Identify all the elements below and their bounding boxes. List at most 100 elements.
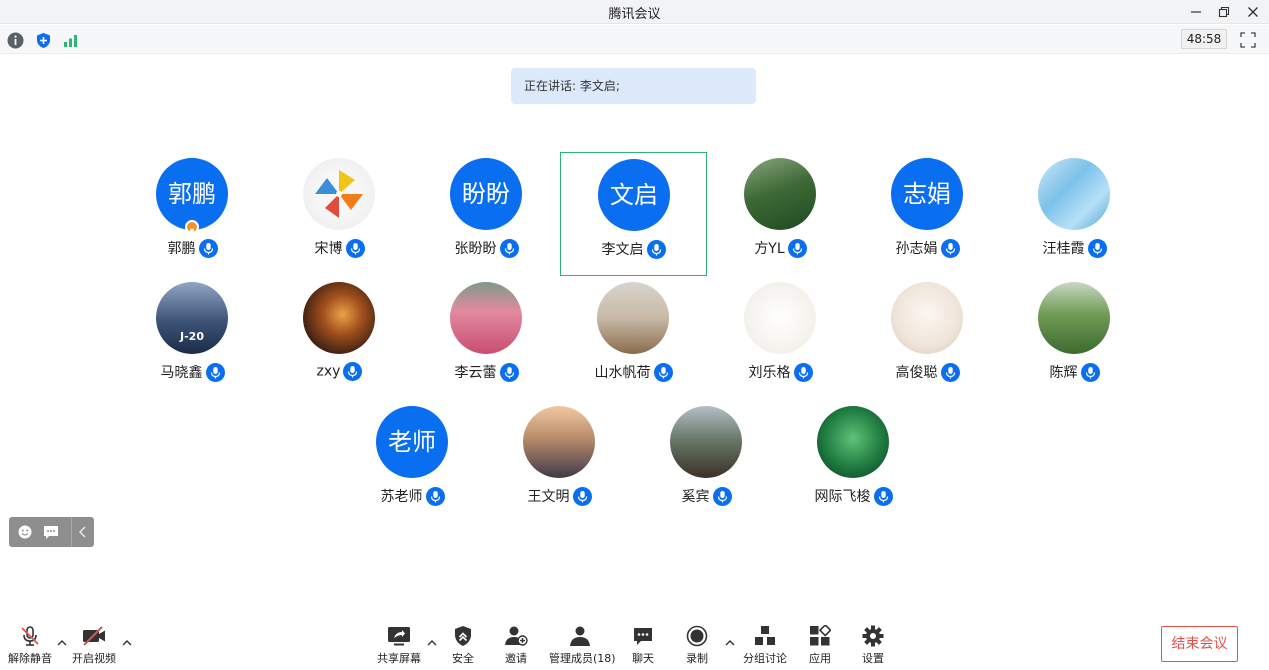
participant-name: 汪桂霞 bbox=[1042, 241, 1085, 257]
mic-icon bbox=[499, 238, 519, 258]
participant-name: 陈辉 bbox=[1049, 365, 1078, 381]
participant-name-row: 王文明 bbox=[486, 486, 633, 506]
restore-button[interactable] bbox=[1213, 2, 1235, 22]
invite-label: 邀请 bbox=[505, 652, 527, 665]
shield-icon[interactable] bbox=[35, 32, 52, 49]
participant-tile[interactable]: J-20 马晓鑫 bbox=[119, 276, 266, 400]
unmute-label: 解除静音 bbox=[8, 652, 52, 665]
manage-members-button[interactable]: 管理成员(18) bbox=[549, 625, 616, 665]
avatar: 志娟 bbox=[891, 158, 963, 230]
participant-name: 孙志娟 bbox=[895, 241, 938, 257]
mic-icon bbox=[425, 486, 445, 506]
settings-button[interactable]: 设置 bbox=[843, 625, 903, 665]
collapse-chevron-icon[interactable] bbox=[71, 517, 94, 547]
avatar bbox=[891, 282, 963, 354]
mic-icon bbox=[343, 362, 363, 381]
participant-tile[interactable]: 网际飞梭 bbox=[780, 400, 927, 524]
record-button[interactable]: 录制 bbox=[667, 625, 727, 665]
participant-tile[interactable]: 李云蕾 bbox=[413, 276, 560, 400]
avatar: 文启 bbox=[598, 159, 670, 231]
window-title: 腾讯会议 bbox=[608, 7, 661, 22]
participant-name: 刘乐格 bbox=[748, 365, 791, 381]
unmute-button[interactable]: 解除静音 bbox=[0, 625, 60, 665]
mic-icon bbox=[646, 239, 666, 259]
participant-name: 李云蕾 bbox=[454, 365, 497, 381]
apps-label: 应用 bbox=[809, 652, 831, 665]
participant-name: 奚宾 bbox=[681, 489, 710, 505]
mic-icon bbox=[653, 362, 673, 382]
avatar bbox=[450, 282, 522, 354]
video-options-chevron-icon[interactable] bbox=[121, 634, 133, 646]
participant-name-row: 高俊聪 bbox=[854, 362, 1001, 382]
participant-name-row: 网际飞梭 bbox=[780, 486, 927, 506]
start-video-button[interactable]: 开启视频 bbox=[64, 625, 124, 665]
mic-icon bbox=[940, 362, 960, 382]
participant-tile[interactable]: 志娟孙志娟 bbox=[854, 152, 1001, 276]
signal-icon[interactable] bbox=[62, 32, 79, 49]
mic-icon bbox=[345, 238, 365, 258]
fullscreen-icon[interactable] bbox=[1240, 32, 1256, 48]
mic-muted-icon bbox=[21, 626, 39, 646]
participant-tile[interactable]: 老师 苏老师 bbox=[339, 400, 486, 524]
participant-tile[interactable]: 盼盼 张盼盼 bbox=[413, 152, 560, 276]
participant-tile[interactable]: zxy bbox=[266, 276, 413, 400]
participant-tile[interactable]: 汪桂霞 bbox=[1001, 152, 1148, 276]
participant-name-row: 方YL bbox=[707, 238, 854, 258]
participant-tile[interactable]: 文启 李文启 bbox=[560, 152, 707, 276]
chat-label: 聊天 bbox=[632, 652, 654, 665]
close-button[interactable] bbox=[1242, 2, 1264, 22]
mic-icon bbox=[572, 486, 592, 506]
end-meeting-button[interactable]: 结束会议 bbox=[1161, 626, 1238, 662]
participant-tile[interactable]: 方YL bbox=[707, 152, 854, 276]
meeting-timer: 48:58 bbox=[1181, 29, 1227, 49]
speaking-indicator: 正在讲话: 李文启; bbox=[511, 68, 756, 104]
participant-tile[interactable]: 陈辉 bbox=[1001, 276, 1148, 400]
chat-bubble-icon[interactable] bbox=[42, 517, 60, 547]
participant-tile[interactable]: 奚宾 bbox=[633, 400, 780, 524]
mic-icon bbox=[198, 238, 218, 258]
participant-tile[interactable]: 宋博 bbox=[266, 152, 413, 276]
participant-name-row: zxy bbox=[266, 362, 413, 381]
mic-icon bbox=[787, 238, 807, 258]
avatar bbox=[523, 406, 595, 478]
avatar bbox=[1038, 158, 1110, 230]
participant-tile[interactable]: 山水帆荷 bbox=[560, 276, 707, 400]
chat-button[interactable]: 聊天 bbox=[613, 625, 673, 665]
emoji-icon[interactable] bbox=[17, 517, 33, 547]
invite-button[interactable]: 邀请 bbox=[486, 625, 546, 665]
security-button[interactable]: 安全 bbox=[433, 625, 493, 665]
participant-name-row: 刘乐格 bbox=[707, 362, 854, 382]
participant-tile[interactable]: 高俊聪 bbox=[854, 276, 1001, 400]
apps-icon bbox=[810, 625, 831, 646]
participant-name-row: 李文启 bbox=[561, 239, 706, 259]
host-badge-icon bbox=[185, 220, 199, 236]
share-screen-button[interactable]: 共享屏幕 bbox=[369, 625, 429, 665]
security-shield-icon bbox=[455, 626, 471, 646]
apps-button[interactable]: 应用 bbox=[790, 625, 850, 665]
breakout-rooms-button[interactable]: 分组讨论 bbox=[735, 625, 795, 665]
avatar bbox=[670, 406, 742, 478]
avatar: 老师 bbox=[376, 406, 448, 478]
participant-tile[interactable]: 刘乐格 bbox=[707, 276, 854, 400]
participant-name-row: 马晓鑫 bbox=[119, 362, 266, 382]
mic-icon bbox=[1080, 362, 1100, 382]
minimize-button[interactable] bbox=[1185, 2, 1207, 22]
participant-name-row: 奚宾 bbox=[633, 486, 780, 506]
gear-icon bbox=[862, 625, 884, 647]
settings-label: 设置 bbox=[862, 652, 884, 665]
start-video-label: 开启视频 bbox=[72, 652, 116, 665]
floating-chat-toggle[interactable] bbox=[9, 517, 94, 547]
breakout-icon bbox=[755, 626, 775, 645]
avatar-image-text: J-20 bbox=[180, 330, 204, 343]
mic-icon bbox=[499, 362, 519, 382]
participant-name-row: 陈辉 bbox=[1001, 362, 1148, 382]
participant-tile[interactable]: 王文明 bbox=[486, 400, 633, 524]
participant-tile[interactable]: 郭鹏 郭鹏 bbox=[119, 152, 266, 276]
avatar bbox=[744, 282, 816, 354]
participant-name-row: 汪桂霞 bbox=[1001, 238, 1148, 258]
record-label: 录制 bbox=[686, 652, 708, 665]
mic-icon bbox=[873, 486, 893, 506]
breakout-label: 分组讨论 bbox=[743, 652, 787, 665]
participant-name-row: 山水帆荷 bbox=[560, 362, 707, 382]
info-icon[interactable] bbox=[7, 32, 24, 49]
